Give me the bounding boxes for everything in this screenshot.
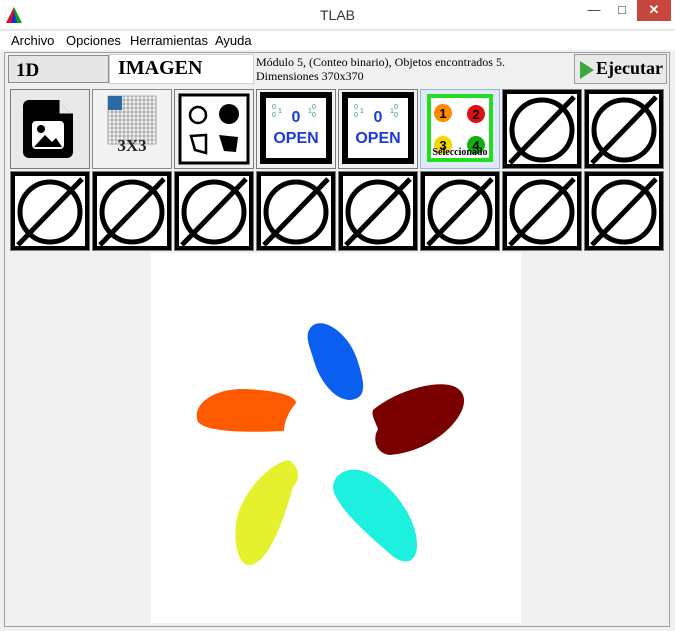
- menu-herramientas[interactable]: Herramientas: [130, 33, 208, 48]
- tile-empty-slot[interactable]: [338, 171, 418, 251]
- play-icon: [580, 61, 594, 79]
- status-info: Módulo 5, (Conteo binario), Objetos enco…: [256, 54, 572, 84]
- window-title: TLAB: [319, 7, 355, 23]
- tile-empty-slot[interactable]: [174, 171, 254, 251]
- open-label: OPEN: [273, 130, 318, 147]
- count-digit: 1: [439, 106, 446, 121]
- svg-text:0: 0: [354, 112, 358, 119]
- maximize-button[interactable]: □: [609, 0, 635, 21]
- tab-1d[interactable]: 1D: [8, 55, 109, 83]
- tile-empty-slot[interactable]: [584, 171, 664, 251]
- blob-cyan: [333, 469, 417, 562]
- menu-bar: Archivo Opciones Herramientas Ayuda: [0, 31, 675, 50]
- title-bar: TLAB — □ ✕: [0, 0, 675, 30]
- minimize-button[interactable]: —: [581, 0, 607, 21]
- svg-text:1: 1: [390, 108, 394, 115]
- run-button-label: Ejecutar: [596, 58, 663, 78]
- circle-filled-icon: [219, 104, 239, 124]
- grid-label: 3X3: [117, 136, 146, 155]
- open-digit: 0: [292, 109, 301, 126]
- tile-empty-slot[interactable]: [584, 89, 664, 169]
- close-button[interactable]: ✕: [637, 0, 671, 21]
- tile-shapes[interactable]: [174, 89, 254, 169]
- tile-empty-slot[interactable]: [502, 171, 582, 251]
- svg-text:1: 1: [360, 108, 364, 115]
- menu-ayuda[interactable]: Ayuda: [215, 33, 252, 48]
- blob-blue: [307, 323, 364, 400]
- svg-text:0: 0: [312, 112, 316, 119]
- tile-open-1[interactable]: 001 001 0 OPEN: [256, 89, 336, 169]
- tile-grid-3x3[interactable]: 3X3: [92, 89, 172, 169]
- tile-open-2[interactable]: 001 001 0 OPEN: [338, 89, 418, 169]
- tile-empty-slot[interactable]: [256, 171, 336, 251]
- open-digit: 0: [374, 109, 383, 126]
- blob-orange: [196, 388, 296, 432]
- svg-text:0: 0: [312, 104, 316, 111]
- svg-text:0: 0: [354, 104, 358, 111]
- status-dimensions: Dimensiones 370x370: [256, 69, 364, 83]
- image-canvas[interactable]: [151, 253, 521, 623]
- tile-empty-slot[interactable]: [92, 171, 172, 251]
- svg-text:1: 1: [308, 108, 312, 115]
- selected-label: Seleccionado: [433, 147, 488, 158]
- run-button[interactable]: Ejecutar: [574, 54, 667, 84]
- tile-empty-slot[interactable]: [10, 171, 90, 251]
- tile-image-module[interactable]: [10, 89, 90, 169]
- tile-empty-slot[interactable]: [420, 171, 500, 251]
- svg-text:0: 0: [394, 112, 398, 119]
- svg-text:1: 1: [278, 108, 282, 115]
- status-module: Módulo 5, (Conteo binario), Objetos enco…: [256, 55, 505, 69]
- svg-text:0: 0: [394, 104, 398, 111]
- tile-binary-count-selected[interactable]: 1 2 3 4 Seleccionado: [420, 89, 500, 169]
- svg-text:0: 0: [272, 104, 276, 111]
- blob-yellow: [235, 460, 299, 566]
- open-label: OPEN: [355, 130, 400, 147]
- blob-maroon: [372, 384, 465, 455]
- count-digit: 2: [472, 107, 479, 122]
- tile-empty-slot[interactable]: [502, 89, 582, 169]
- tab-imagen[interactable]: IMAGEN: [109, 54, 254, 84]
- menu-opciones[interactable]: Opciones: [66, 33, 121, 48]
- svg-text:0: 0: [272, 112, 276, 119]
- menu-archivo[interactable]: Archivo: [11, 33, 54, 48]
